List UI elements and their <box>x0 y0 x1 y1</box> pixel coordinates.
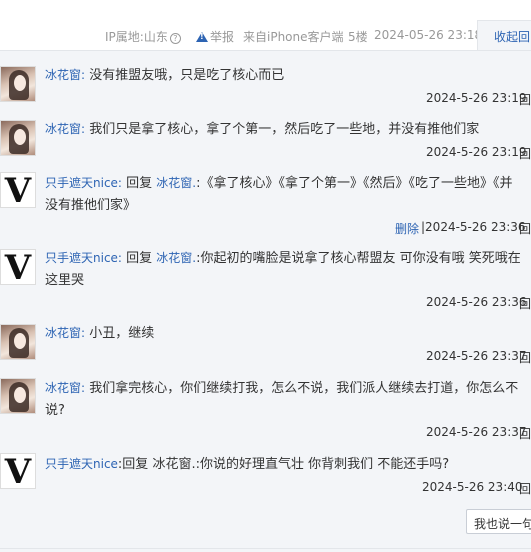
reply-to-link[interactable]: 冰花窗. <box>152 457 195 472</box>
username-link[interactable]: 冰花窗: <box>45 326 85 340</box>
divider <box>0 548 531 549</box>
info-icon[interactable]: ? <box>169 33 181 44</box>
reply-button[interactable]: 回 <box>519 220 531 237</box>
floor-number: 5楼 <box>348 30 368 44</box>
avatar[interactable] <box>0 378 36 414</box>
reply-content: 冰花窗: 我们只是拿了核心，拿了个第一，然后吃了一些地，并没有推他们家 <box>45 118 531 141</box>
reply-button[interactable]: 回 <box>519 349 531 366</box>
source-client: 来自iPhone客户端 <box>243 30 344 44</box>
collapse-replies-button[interactable]: 收起回 <box>477 20 531 50</box>
post-datetime: 2024-05-26 23:18 <box>374 28 483 42</box>
add-comment-button[interactable]: 我也说一句 <box>466 509 531 534</box>
username-link[interactable]: 冰花窗: <box>45 122 85 136</box>
reply-button[interactable]: 回 <box>519 145 531 162</box>
report-link[interactable]: 举报 <box>196 28 234 45</box>
reply-button[interactable]: 回 <box>519 480 531 497</box>
reply-text: 我们只是拿了核心，拿了个第一，然后吃了一些地，并没有推他们家 <box>89 122 480 137</box>
reply-button[interactable]: 回 <box>519 425 531 442</box>
reply-to-link[interactable]: 冰花窗. <box>156 176 196 190</box>
reply-label: :回复 <box>117 457 149 472</box>
reply-time: 2024-5-26 23:40 <box>422 480 523 494</box>
reply-label: 回复 <box>126 251 153 266</box>
reply-text: 我们拿完核心，你们继续打我，怎么不说，我们派人继续去打道，你怎么不说? <box>45 381 519 418</box>
reply-text: 没有推盟友哦，只是吃了核心而已 <box>89 68 285 83</box>
reply-time: |2024-5-26 23:36 <box>421 220 526 234</box>
reply-text: 小丑，继续 <box>89 326 155 341</box>
reply-label: 回复 <box>126 176 153 191</box>
reply-button[interactable]: 回 <box>519 295 531 312</box>
avatar[interactable] <box>0 66 36 102</box>
reply-content: 只手遮天nice: 回复 冰花窗.:你起初的嘴脸是说拿了核心帮盟友 可你没有哦 … <box>45 247 529 292</box>
avatar[interactable]: V <box>0 249 36 286</box>
post-meta-bar: IP属地:山东? 举报 来自iPhone客户端 5楼 2024-05-26 23… <box>0 20 531 50</box>
reply-time: 2024-5-26 23:36 <box>426 295 527 309</box>
avatar[interactable] <box>0 324 36 360</box>
reply-content: 只手遮天nice:回复 冰花窗.:你说的好理直气壮 你背刺我们 不能还手吗? <box>45 453 531 476</box>
reply-time: 2024-5-26 23:37 <box>426 425 527 439</box>
reply-time: 2024-5-26 23:19 <box>426 91 527 105</box>
reply-content: 只手遮天nice: 回复 冰花窗.:《拿了核心》《拿了个第一》《然后》《吃了一些… <box>45 172 525 217</box>
reply-text: :你说的好理直气壮 你背刺我们 不能还手吗? <box>195 457 450 472</box>
avatar[interactable] <box>0 120 36 156</box>
reply-to-link[interactable]: 冰花窗. <box>156 251 196 265</box>
reply-time: 2024-5-26 23:37 <box>426 349 527 363</box>
delete-link[interactable]: 删除 <box>395 220 419 237</box>
reply-time: 2024-5-26 23:19 <box>426 145 527 159</box>
username-link[interactable]: 只手遮天nice: <box>45 251 122 265</box>
username-link[interactable]: 冰花窗: <box>45 381 85 395</box>
username-link[interactable]: 只手遮天nice: <box>45 176 122 190</box>
username-link[interactable]: 冰花窗: <box>45 68 85 82</box>
reply-list: 冰花窗: 没有推盟友哦，只是吃了核心而已 2024-5-26 23:19 回 冰… <box>0 50 531 552</box>
reply-content: 冰花窗: 小丑，继续 <box>45 322 531 345</box>
username-link[interactable]: 只手遮天nice <box>45 457 118 471</box>
avatar[interactable]: V <box>0 453 36 490</box>
reply-content: 冰花窗: 我们拿完核心，你们继续打我，怎么不说，我们派人继续去打道，你怎么不说? <box>45 377 529 422</box>
reply-button[interactable]: 回 <box>519 91 531 108</box>
ip-location: IP属地:山东? <box>105 28 181 45</box>
avatar[interactable]: V <box>0 172 36 209</box>
reply-content: 冰花窗: 没有推盟友哦，只是吃了核心而已 <box>45 64 531 87</box>
warning-icon <box>196 32 208 42</box>
